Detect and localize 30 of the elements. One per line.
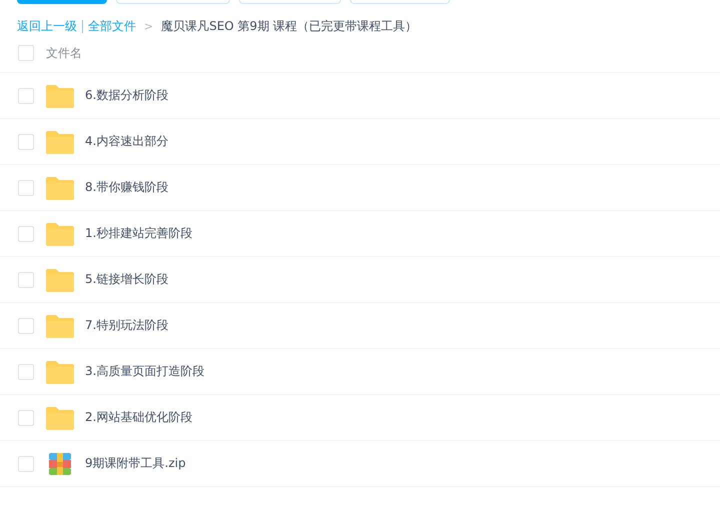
folder-icon bbox=[46, 176, 74, 200]
checkbox[interactable] bbox=[18, 180, 34, 196]
current-folder: 魔贝课凡SEO 第9期 课程（已完更带课程工具） bbox=[161, 18, 418, 34]
checkbox[interactable] bbox=[18, 272, 34, 288]
file-name[interactable]: 9期课附带工具.zip bbox=[85, 455, 186, 472]
checkbox[interactable] bbox=[18, 88, 34, 104]
checkbox[interactable] bbox=[18, 226, 34, 242]
checkbox[interactable] bbox=[18, 318, 34, 334]
folder-icon bbox=[46, 222, 74, 246]
checkbox[interactable] bbox=[18, 410, 34, 426]
folder-icon bbox=[46, 130, 74, 154]
file-name[interactable]: 3.高质量页面打造阶段 bbox=[85, 363, 204, 380]
folder-icon bbox=[46, 360, 74, 384]
checkbox[interactable] bbox=[18, 134, 34, 150]
checkbox[interactable] bbox=[18, 45, 34, 61]
file-name[interactable]: 1.秒排建站完善阶段 bbox=[85, 225, 192, 242]
archive-icon bbox=[49, 452, 71, 474]
file-name[interactable]: 2.网站基础优化阶段 bbox=[85, 409, 192, 426]
folder-icon bbox=[46, 314, 74, 338]
folder-icon bbox=[46, 406, 74, 430]
checkbox[interactable] bbox=[18, 456, 34, 472]
checkbox[interactable] bbox=[18, 364, 34, 380]
breadcrumb-separator: > bbox=[144, 20, 154, 32]
folder-icon bbox=[46, 268, 74, 292]
file-name[interactable]: 4.内容速出部分 bbox=[85, 133, 168, 150]
folder-icon bbox=[46, 84, 74, 108]
file-name[interactable]: 8.带你赚钱阶段 bbox=[85, 179, 168, 196]
file-name[interactable]: 5.链接增长阶段 bbox=[85, 271, 168, 288]
file-name[interactable]: 6.数据分析阶段 bbox=[85, 87, 168, 104]
file-name[interactable]: 7.特别玩法阶段 bbox=[85, 317, 168, 334]
